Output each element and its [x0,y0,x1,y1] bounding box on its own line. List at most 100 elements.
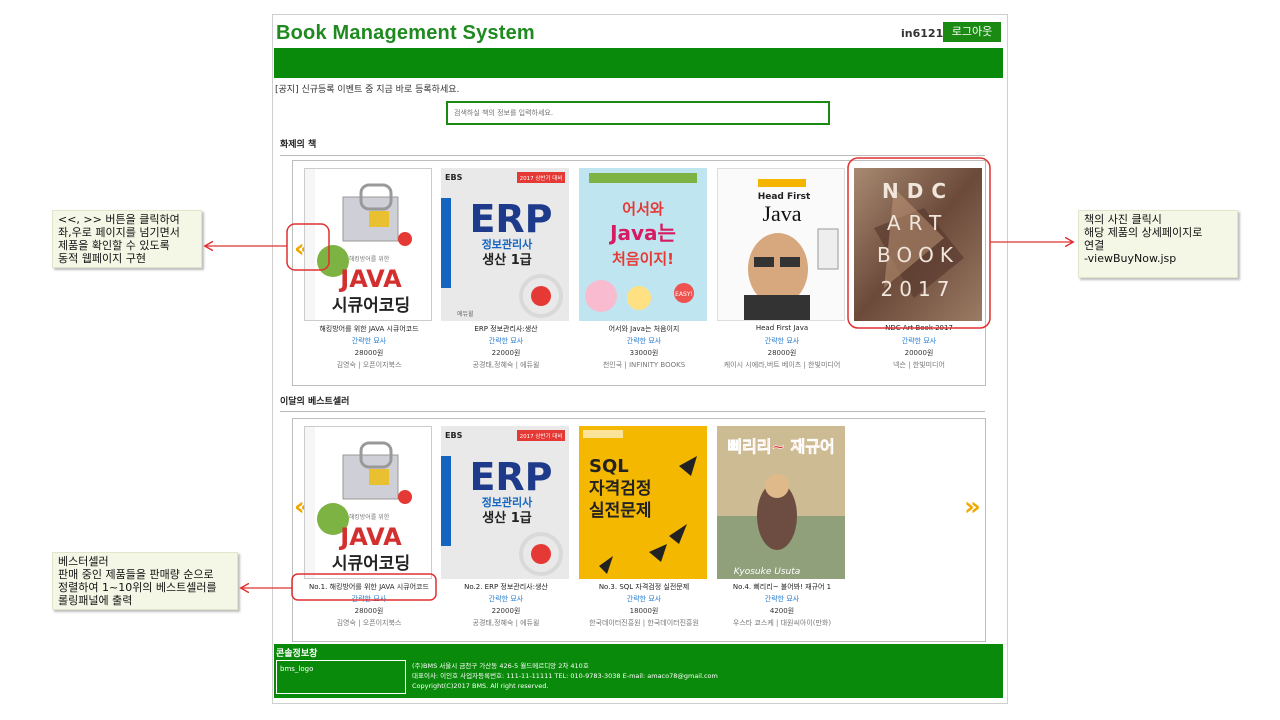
footer-address: (주)BMS 서울시 금천구 가산동 426-5 월드메르디앙 2차 410호 [412,662,589,670]
callout-line: 동적 웹페이지 구현 [58,252,146,265]
erp-cover-art: EBS 2017 상반기 대비 ERP 정보관리사 생산 1급 [441,430,565,576]
book-cover[interactable]: 삐리리~ 재규어 Kyosuke Usuta [717,426,845,579]
book-price: 4200원 [769,607,795,615]
book-publisher: 한국데이터진흥원 | 한국데이터진흥원 [589,619,699,627]
svg-text:처음이지!: 처음이지! [612,250,674,268]
footer-info: (주)BMS 서울시 금천구 가산동 426-5 월드메르디앙 2차 410호 … [412,661,718,691]
callout-line: <<, >> 버튼을 클릭하여 [58,213,180,226]
book-description: 간략한 묘사 [626,595,662,603]
book-description: 간략한 묘사 [764,595,800,603]
svg-text:해킹방어를 위한: 해킹방어를 위한 [349,513,390,521]
book-description: 간략한 묘사 [351,595,387,603]
main-navbar [274,48,1003,78]
ndc-artbook-cover-art: NDC ART BOOK 2017 [854,168,982,321]
erp-cover-title: ERP [469,197,552,241]
callout-line: 판매 중인 제품들을 판매량 순으로 [58,568,214,581]
java-cover-art: 해킹방어를 위한 JAVA 시큐어코딩 [305,427,412,578]
svg-text:2017 상반기 대비: 2017 상반기 대비 [520,432,563,440]
section-divider [280,411,985,412]
book-title[interactable]: No.2. ERP 정보관리사:생산 [435,582,577,592]
book-price: 18000원 [629,607,659,615]
book-price: 22000원 [491,349,521,357]
user-id-label: in6121 [901,27,944,40]
callout-line: 베스터셀러 [58,555,109,568]
book-description: 간략한 묘사 [488,595,524,603]
svg-text:자격검정: 자격검정 [589,479,652,499]
svg-text:어서와: 어서와 [622,200,664,218]
book-publisher: 공경태,정혜숙 | 에듀윌 [472,619,540,627]
svg-text:실전문제: 실전문제 [589,501,652,521]
svg-text:Java: Java [762,201,801,226]
bestsellers-title: 이달의 베스트셀러 [280,397,350,407]
book-publisher: 김영숙 | 오픈이지북스 [336,619,402,627]
book-cover[interactable]: 해킹방어를 위한 JAVA 시큐어코딩 [304,168,432,321]
erp-cover-art: EBS 2017 상반기 대비 ERP 정보관리사 생산 1급 에듀윌 [441,168,569,318]
footer-title: 콘솔정보창 [276,649,318,659]
book-title[interactable]: Head First Java [711,324,853,332]
book-description: 간략한 묘사 [488,337,524,345]
svg-text:Java는: Java는 [608,221,676,245]
book-cover[interactable]: Head First Java [717,168,845,321]
svg-text:2017: 2017 [881,277,956,301]
book-publisher: 우스타 쿄스케 | 대원씨아이(만화) [732,619,832,627]
nav-item-sales[interactable]: sales [428,19,451,29]
sql-cover-art: SQL 자격검정 실전문제 [579,426,707,579]
search-input[interactable] [446,101,830,125]
callout-detail-link: 책의 사진 클릭시 해당 제품의 상세페이지로 연결 -viewBuyNow.j… [1078,210,1238,278]
svg-text:정보관리사: 정보관리사 [482,237,533,251]
book-cover[interactable]: EBS 2017 상반기 대비 ERP 정보관리사 생산 1급 에듀윌 [441,168,569,321]
book-price: 20000원 [904,349,934,357]
logout-button[interactable]: 로그아웃 [943,22,1001,42]
svg-text:ERP: ERP [469,455,552,499]
nav-item-stock[interactable]: stock [527,19,551,29]
book-cover[interactable]: 어서와 Java는 처음이지! EASY! [579,168,707,321]
footer-copyright: Copyright(C)2017 BMS. All right reserved… [412,682,549,690]
page-title: Book Management System [276,22,535,44]
nav-item-board[interactable]: board [824,19,850,29]
callout-bestseller: 베스터셀러 판매 중인 제품들을 판매량 순으로 정렬하여 1~10위의 베스트… [52,552,238,610]
java-beginner-cover-art: 어서와 Java는 처음이지! EASY! [579,168,707,321]
book-price: 33000원 [629,349,659,357]
svg-text:생산 1급: 생산 1급 [482,510,531,526]
svg-text:생산 1급: 생산 1급 [482,252,531,268]
book-title[interactable]: 어서와 Java는 처음이지 [573,324,715,334]
footer-contact: 대표이사: 이인호 사업자등록번호: 111-11-11111 TEL: 010… [412,672,718,680]
book-cover[interactable]: SQL 자격검정 실전문제 [579,426,707,579]
book-cover[interactable]: 해킹방어를 위한 JAVA 시큐어코딩 [304,426,432,579]
book-title[interactable]: No.4. 삐리리~ 불어봐! 재규어 1 [711,582,853,592]
book-publisher: 케이시 시에라,버트 베이츠 | 한빛미디어 [723,361,841,369]
book-title[interactable]: No.3. SQL 자격검정 실전문제 [573,582,715,592]
svg-text:ART: ART [887,211,949,235]
book-cover[interactable]: EBS 2017 상반기 대비 ERP 정보관리사 생산 1급 [441,426,569,579]
svg-text:에듀윌: 에듀윌 [457,310,474,318]
java-cover-art: 해킹방어를 위한 JAVA 시큐어코딩 [305,169,412,320]
svg-text:JAVA: JAVA [338,523,402,551]
book-price: 28000원 [354,607,384,615]
book-price: 22000원 [491,607,521,615]
java-cover-top: 해킹방어를 위한 [349,255,390,263]
svg-text:EBS: EBS [445,431,463,440]
svg-text:SQL: SQL [589,456,629,477]
book-description: 간략한 묘사 [901,337,937,345]
book-publisher: 공경태,정혜숙 | 에듀윌 [472,361,540,369]
book-description: 간략한 묘사 [626,337,662,345]
callout-line: 좌,우로 페이지를 넘기면서 [58,226,180,239]
erp-cover-badge: 2017 상반기 대비 [520,174,563,182]
bestsellers-next-arrow[interactable]: » [964,494,981,520]
book-description: 간략한 묘사 [764,337,800,345]
logo-label: bms_logo [280,665,314,673]
callout-line: 제품을 확인할 수 있도록 [58,239,170,252]
book-title[interactable]: 해킹방어를 위한 JAVA 시큐어코드 [298,324,440,334]
nav-item-order[interactable]: order [626,19,650,29]
jaguar-cover-author: Kyosuke Usuta [734,567,801,577]
page: Book Management System in6121 로그아웃 sales… [0,0,1280,720]
book-publisher: 김영숙 | 오픈이지북스 [336,361,402,369]
svg-text:JAVA: JAVA [338,265,402,293]
book-title[interactable]: No.1. 해킹방어를 위한 JAVA 시큐어코드 [298,582,440,592]
book-cover[interactable]: NDC ART BOOK 2017 [854,168,982,321]
book-publisher: 천인국 | INFINITY BOOKS [602,361,686,369]
book-title[interactable]: NDC Art Book 2017 [848,324,990,332]
head-first-cover-art: Head First Java [718,169,844,320]
nav-item-member[interactable]: member [718,19,756,29]
book-title[interactable]: ERP 정보관리사:생산 [435,324,577,334]
